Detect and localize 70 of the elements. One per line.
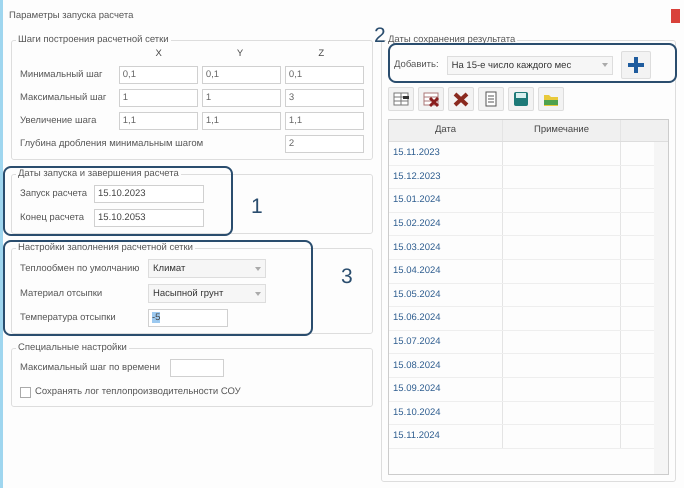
table-cell: 15.12.2023	[389, 166, 503, 188]
caret-icon	[255, 266, 261, 271]
table-icon	[422, 90, 440, 108]
table-cell: 15.11.2024	[389, 425, 503, 448]
axis-label: Z	[317, 47, 326, 61]
table-cell: 15.09.2024	[389, 378, 503, 401]
table-cell: 15.11.2023	[389, 142, 503, 165]
field-label: Глубина дробления минимальным шагом	[20, 137, 204, 152]
field-label: Увеличение шага	[20, 114, 98, 128]
input-field[interactable]: 1	[202, 89, 281, 108]
input-field[interactable]: 0,1	[202, 66, 281, 84]
caret-icon	[255, 292, 261, 296]
field-label: Конец расчета	[20, 211, 86, 226]
delete-all-button[interactable]	[448, 87, 474, 111]
column-header: Дата	[389, 120, 503, 141]
save-button[interactable]	[508, 87, 534, 111]
table-icon	[392, 90, 410, 108]
field-label: Запуск расчета	[20, 187, 88, 202]
dropdown[interactable]: Насыпной грунт	[148, 284, 266, 304]
date-field[interactable]: 15.10.2053	[94, 209, 204, 228]
dropdown[interactable]: На 15-е число каждого мес	[446, 56, 613, 74]
caret-icon	[602, 63, 608, 67]
group-title: Даты запуска и завершения расчета	[16, 168, 181, 180]
group-title: Шаги построения расчетной сетки	[16, 34, 171, 46]
table-cell: 15.05.2024	[389, 284, 503, 306]
input-field[interactable]: -5	[148, 309, 228, 328]
list-button[interactable]	[478, 87, 504, 111]
input-field[interactable]: 3	[284, 89, 364, 108]
table-cell: 15.07.2024	[389, 330, 503, 354]
input-field[interactable]: 0,1	[284, 66, 364, 84]
field-label: Максимальный шаг	[20, 91, 108, 106]
add-button[interactable]	[620, 51, 651, 79]
field-label: Температура отсыпки	[20, 311, 117, 326]
cross-icon	[452, 90, 470, 108]
group-title: Специальные настройки	[16, 342, 129, 354]
callout-number: 1	[251, 196, 263, 218]
field-label: Добавить:	[394, 58, 439, 72]
dropdown[interactable]: Климат	[148, 259, 266, 278]
field-label: Теплообмен по умолчанию	[20, 262, 140, 276]
axis-label: X	[154, 47, 163, 61]
column-header: Примечание	[503, 120, 621, 141]
plus-icon	[626, 56, 645, 74]
field-label: Материал отсыпки	[20, 286, 104, 301]
date-field[interactable]: 15.10.2023	[94, 185, 204, 204]
checkbox-label: Сохранять лог теплопроизводительности СОУ	[35, 385, 241, 400]
table-cell: 15.06.2024	[389, 307, 503, 330]
field-label: Минимальный шаг	[20, 68, 104, 82]
table-cell: 15.03.2024	[389, 236, 503, 259]
input-field[interactable]: 1,1	[202, 112, 281, 130]
add-row-button[interactable]	[388, 87, 414, 111]
group-title: Настройки заполнения расчетной сетки	[16, 242, 195, 254]
field-label: Максимальный шаг по времени	[20, 361, 162, 376]
input-field[interactable]: 1,1	[284, 112, 364, 130]
window-title: Параметры запуска расчета	[9, 8, 134, 23]
axis-label: Y	[236, 47, 244, 61]
table-cell: 15.04.2024	[389, 260, 503, 283]
delete-row-button[interactable]	[418, 87, 444, 111]
table-cell: 15.10.2024	[389, 402, 503, 424]
open-button[interactable]	[538, 87, 564, 111]
table-cell: 15.08.2024	[389, 354, 503, 377]
table-cell: 15.02.2024	[389, 212, 503, 236]
input-field[interactable]: 1	[118, 89, 198, 108]
checkbox[interactable]	[20, 386, 31, 398]
input-field[interactable]: 1,1	[118, 112, 198, 130]
input-field[interactable]: 2	[284, 135, 364, 154]
input-field[interactable]	[170, 359, 224, 378]
input-field[interactable]: 0,1	[118, 66, 198, 84]
callout-number: 2	[374, 25, 386, 46]
callout-number: 3	[341, 266, 353, 288]
table-cell: 15.01.2024	[389, 189, 503, 212]
